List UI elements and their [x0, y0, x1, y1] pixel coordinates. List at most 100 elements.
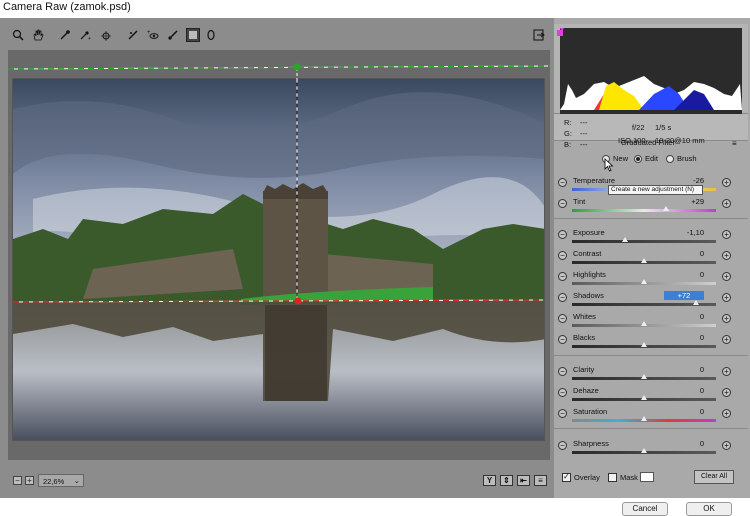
mask-checkbox[interactable] — [608, 473, 617, 482]
decrease-tint-button[interactable]: − — [558, 199, 567, 208]
photo-zamok[interactable] — [12, 78, 545, 441]
y-toggle-icon[interactable]: Y — [483, 475, 496, 486]
slider-thumb[interactable] — [641, 321, 647, 326]
decrease-temperature-button[interactable]: − — [558, 178, 567, 187]
slider-row-highlights: − Highlights 0 + — [554, 268, 748, 288]
copy-settings-icon[interactable]: ⇤ — [517, 475, 530, 486]
radial-filter-icon[interactable] — [204, 28, 218, 42]
decrease-exposure-button[interactable]: − — [558, 230, 567, 239]
green-handle[interactable] — [293, 63, 301, 71]
status-bar: − + 22,6% ⌄ Y ⇕ ⇤ ≡ — [8, 473, 550, 489]
slider-thumb[interactable] — [641, 448, 647, 453]
decrease-contrast-button[interactable]: − — [558, 251, 567, 260]
slider-value[interactable]: 0 — [664, 312, 704, 321]
red-handle[interactable] — [294, 297, 302, 305]
clear-all-button[interactable]: Clear All — [694, 470, 734, 484]
mode-edit[interactable]: Edit — [634, 154, 658, 163]
white-balance-icon[interactable] — [58, 28, 72, 42]
section-divider — [554, 218, 748, 219]
before-after-swap-icon[interactable]: ⇕ — [500, 475, 513, 486]
slider-thumb[interactable] — [641, 395, 647, 400]
slider-value[interactable]: -26 — [664, 176, 704, 185]
increase-exposure-button[interactable]: + — [722, 230, 731, 239]
svg-text:+: + — [88, 36, 91, 41]
mode-brush[interactable]: Brush — [666, 154, 697, 163]
slider-thumb[interactable] — [641, 258, 647, 263]
target-adjust-icon[interactable] — [98, 28, 112, 42]
decrease-sharpness-button[interactable]: − — [558, 441, 567, 450]
increase-saturation-button[interactable]: + — [722, 409, 731, 418]
mask-color-swatch[interactable] — [640, 472, 654, 482]
increase-tint-button[interactable]: + — [722, 199, 731, 208]
slider-label: Dehaze — [573, 386, 599, 395]
zoom-level-select[interactable]: 22,6% ⌄ — [38, 474, 84, 487]
increase-temperature-button[interactable]: + — [722, 178, 731, 187]
increase-highlights-button[interactable]: + — [722, 272, 731, 281]
straighten-icon[interactable] — [126, 28, 140, 42]
hand-icon[interactable] — [31, 28, 45, 42]
decrease-blacks-button[interactable]: − — [558, 335, 567, 344]
slider-value[interactable]: 0 — [664, 407, 704, 416]
decrease-shadows-button[interactable]: − — [558, 293, 567, 302]
graduated-filter-icon[interactable] — [186, 28, 200, 42]
slider-value[interactable]: 0 — [664, 333, 704, 342]
slider-thumb[interactable] — [692, 300, 699, 305]
decrease-saturation-button[interactable]: − — [558, 409, 567, 418]
overlay-checkbox[interactable] — [562, 472, 571, 482]
slider-thumb[interactable] — [641, 416, 647, 421]
cancel-button[interactable]: Cancel — [622, 502, 668, 516]
panel-menu-icon[interactable]: ≡ — [732, 139, 737, 148]
slider-value[interactable]: +29 — [664, 197, 704, 206]
radio-brush[interactable] — [666, 154, 674, 163]
slider-value[interactable]: 0 — [664, 365, 704, 374]
decrease-dehaze-button[interactable]: − — [558, 388, 567, 397]
slider-thumb[interactable] — [641, 279, 647, 284]
increase-blacks-button[interactable]: + — [722, 335, 731, 344]
increase-dehaze-button[interactable]: + — [722, 388, 731, 397]
slider-track[interactable] — [572, 209, 716, 212]
ok-button[interactable]: OK — [686, 502, 732, 516]
slider-value[interactable]: 0 — [664, 386, 704, 395]
image-preview[interactable] — [8, 50, 550, 460]
zoom-out-button[interactable]: − — [13, 476, 22, 485]
radio-edit[interactable] — [634, 154, 642, 163]
color-readout: R: --- G: --- B: --- f/22 1/5 s ISO 100 … — [554, 114, 748, 149]
slider-thumb[interactable] — [662, 206, 669, 211]
slider-thumb[interactable] — [641, 374, 647, 379]
increase-sharpness-button[interactable]: + — [722, 441, 731, 450]
slider-label: Clarity — [573, 365, 595, 374]
zoom-in-button[interactable]: + — [25, 476, 34, 485]
slider-value[interactable]: 0 — [664, 270, 704, 279]
decrease-highlights-button[interactable]: − — [558, 272, 567, 281]
color-sampler-icon[interactable]: + — [78, 28, 92, 42]
slider-label: Blacks — [573, 333, 596, 342]
slider-thumb[interactable] — [622, 237, 629, 242]
brush-icon[interactable] — [166, 28, 180, 42]
slider-value[interactable]: -1,10 — [664, 228, 704, 237]
increase-shadows-button[interactable]: + — [722, 293, 731, 302]
open-preferences-icon[interactable] — [532, 28, 546, 42]
slider-label: Temperature — [573, 176, 616, 185]
slider-label: Sharpness — [573, 439, 609, 448]
slider-thumb[interactable] — [641, 342, 647, 347]
slider-row-dehaze: − Dehaze 0 + — [554, 384, 748, 404]
increase-contrast-button[interactable]: + — [722, 251, 731, 260]
slider-value[interactable]: 0 — [664, 249, 704, 258]
slider-row-tint: − Tint +29 + — [554, 195, 748, 215]
increase-whites-button[interactable]: + — [722, 314, 731, 323]
slider-row-contrast: − Contrast 0 + — [554, 247, 748, 267]
mouse-cursor-icon — [604, 158, 614, 174]
preview-settings-icon[interactable]: ≡ — [534, 475, 547, 486]
zoom-icon[interactable] — [11, 28, 25, 42]
slider-label: Contrast — [573, 249, 602, 258]
slider-label: Shadows — [573, 291, 604, 300]
increase-clarity-button[interactable]: + — [722, 367, 731, 376]
section-divider — [554, 428, 748, 429]
decrease-whites-button[interactable]: − — [558, 314, 567, 323]
slider-value[interactable]: +72 — [664, 291, 704, 300]
red-eye-icon[interactable]: + — [146, 28, 160, 42]
chevron-down-icon: ⌄ — [73, 476, 80, 485]
decrease-clarity-button[interactable]: − — [558, 367, 567, 376]
slider-track[interactable] — [572, 240, 716, 243]
slider-value[interactable]: 0 — [664, 439, 704, 448]
